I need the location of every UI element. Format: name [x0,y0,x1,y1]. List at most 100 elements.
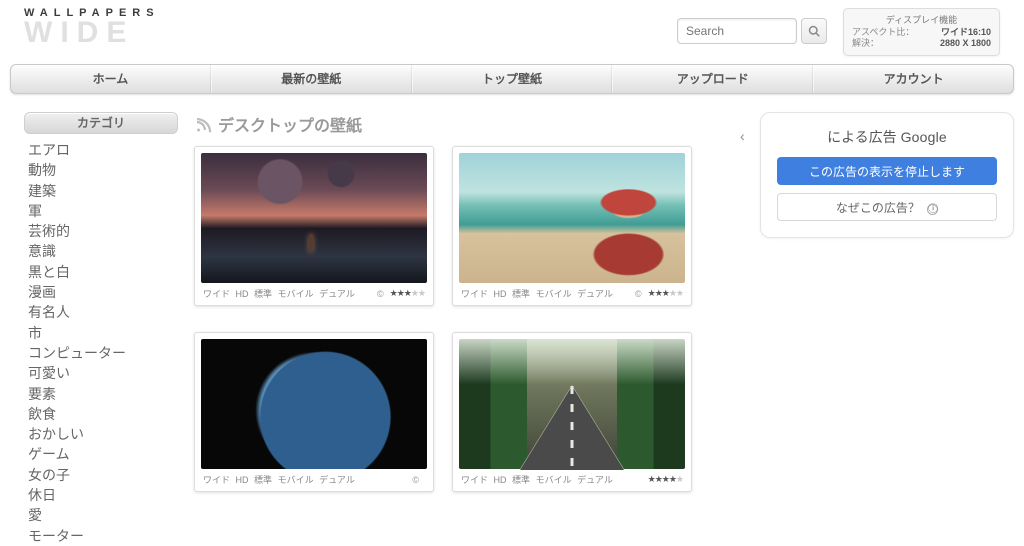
info-icon: ⓘ [927,204,938,215]
wallpaper-grid: ワイド HD 標準 モバイル デュアル © ★★★★★ ワイド HD [194,146,744,492]
copyright-icon: © [412,475,419,485]
header: WALLPAPERS WIDE ディスプレイ機能 アスペクト比： ワイド16:1… [0,0,1024,60]
resolution-value: 2880 X 1800 [940,38,991,49]
format-tags: ワイド HD 標準 モバイル デュアル [461,473,648,486]
format-tag[interactable]: 標準 [512,289,530,299]
nav-account[interactable]: アカウント [813,65,1013,93]
display-info-box: ディスプレイ機能 アスペクト比： ワイド16:10 解決： 2880 X 180… [843,8,1000,56]
sidebar-item[interactable]: 軍 [28,201,178,221]
sidebar-item[interactable]: おかしい [28,424,178,444]
ad-panel: ‹ による広告 Google この広告の表示を停止します なぜこの広告？ ⓘ [744,112,1014,238]
ad-stop-button[interactable]: この広告の表示を停止します [777,157,997,185]
resolution-label: 解決： [852,38,879,49]
sidebar-item[interactable]: コンピューター [28,343,178,363]
sidebar-item[interactable]: モーター [28,526,178,546]
wallpaper-thumb[interactable] [201,339,427,469]
sidebar-item[interactable]: 要素 [28,384,178,404]
page-title-text: デスクトップの壁紙 [218,112,362,136]
page-title: デスクトップの壁紙 [194,112,744,136]
format-tag[interactable]: モバイル [536,475,572,485]
card-footer: ワイド HD 標準 モバイル デュアル © ★★★★★ [459,283,685,305]
search-input[interactable] [677,18,797,44]
format-tag[interactable]: ワイド [461,289,488,299]
format-tag[interactable]: ワイド [461,475,488,485]
format-tag[interactable]: HD [494,289,507,299]
card-footer: ワイド HD 標準 モバイル デュアル © [201,469,427,491]
wallpaper-thumb[interactable] [201,153,427,283]
rss-icon [194,115,212,133]
sidebar-item[interactable]: 漫画 [28,282,178,302]
site-logo[interactable]: WALLPAPERS WIDE [24,4,160,46]
format-tag[interactable]: 標準 [254,289,272,299]
sidebar-item[interactable]: 休日 [28,485,178,505]
rating-stars: ★★★★★ [648,288,683,299]
sidebar-header: カテゴリ [24,112,178,134]
wallpaper-thumb[interactable] [459,339,685,469]
sidebar-item[interactable]: 芸術的 [28,221,178,241]
format-tag[interactable]: 標準 [512,475,530,485]
card-footer: ワイド HD 標準 モバイル デュアル © ★★★★★ [201,283,427,305]
nav-latest[interactable]: 最新の壁紙 [211,65,412,93]
format-tag[interactable]: デュアル [577,289,613,299]
ad-why-button[interactable]: なぜこの広告？ ⓘ [777,193,997,221]
sidebar-list: エアロ 動物 建築 軍 芸術的 意識 黒と白 漫画 有名人 市 コンピューター … [24,134,178,546]
sidebar-item[interactable]: 意識 [28,241,178,261]
format-tag[interactable]: モバイル [278,289,314,299]
aspect-value: ワイド16:10 [941,27,991,38]
card-footer: ワイド HD 標準 モバイル デュアル ★★★★★ [459,469,685,491]
format-tag[interactable]: モバイル [536,289,572,299]
sidebar-item[interactable]: 建築 [28,181,178,201]
format-tags: ワイド HD 標準 モバイル デュアル [203,287,377,300]
wallpaper-card[interactable]: ワイド HD 標準 モバイル デュアル ★★★★★ [452,332,692,492]
format-tag[interactable]: 標準 [254,475,272,485]
sidebar-item[interactable]: 市 [28,323,178,343]
ad-box: による広告 Google この広告の表示を停止します なぜこの広告？ ⓘ [760,112,1014,238]
format-tags: ワイド HD 標準 モバイル デュアル [461,287,635,300]
sidebar-item[interactable]: 有名人 [28,302,178,322]
wallpaper-card[interactable]: ワイド HD 標準 モバイル デュアル © ★★★★★ [452,146,692,306]
search-icon [808,25,820,37]
sidebar-item[interactable]: エアロ [28,140,178,160]
copyright-icon: © [377,289,384,299]
format-tag[interactable]: HD [494,475,507,485]
content: カテゴリ エアロ 動物 建築 軍 芸術的 意識 黒と白 漫画 有名人 市 コンピ… [0,94,1024,546]
logo-text-bottom: WIDE [24,19,160,46]
sidebar-item[interactable]: ゲーム [28,444,178,464]
main-nav: ホーム 最新の壁紙 トップ壁紙 アップロード アカウント [10,64,1014,94]
collapse-arrow-icon[interactable]: ‹ [740,128,745,144]
format-tag[interactable]: デュアル [319,289,355,299]
format-tag[interactable]: デュアル [577,475,613,485]
ad-brand: Google [901,129,947,145]
nav-top[interactable]: トップ壁紙 [412,65,613,93]
search [677,18,827,44]
sidebar: カテゴリ エアロ 動物 建築 軍 芸術的 意識 黒と白 漫画 有名人 市 コンピ… [24,112,178,546]
rating-stars: ★★★★★ [390,288,425,299]
wallpaper-thumb[interactable] [459,153,685,283]
sidebar-item[interactable]: 女の子 [28,465,178,485]
format-tag[interactable]: HD [236,475,249,485]
ad-prefix: による広告 [827,129,897,145]
wallpaper-card[interactable]: ワイド HD 標準 モバイル デュアル © [194,332,434,492]
rating-stars: ★★★★★ [648,474,683,485]
nav-home[interactable]: ホーム [11,65,211,93]
aspect-label: アスペクト比： [852,27,914,38]
sidebar-item[interactable]: 飲食 [28,404,178,424]
ad-title: による広告 Google [777,127,997,147]
format-tag[interactable]: ワイド [203,475,230,485]
sidebar-item[interactable]: 愛 [28,505,178,525]
sidebar-item[interactable]: 動物 [28,160,178,180]
ad-why-label: なぜこの広告？ [836,201,920,215]
format-tag[interactable]: HD [236,289,249,299]
format-tag[interactable]: モバイル [278,475,314,485]
wallpaper-card[interactable]: ワイド HD 標準 モバイル デュアル © ★★★★★ [194,146,434,306]
format-tag[interactable]: ワイド [203,289,230,299]
display-info-header: ディスプレイ機能 [852,13,991,26]
search-button[interactable] [801,18,827,44]
sidebar-item[interactable]: 黒と白 [28,262,178,282]
format-tags: ワイド HD 標準 モバイル デュアル [203,473,412,486]
format-tag[interactable]: デュアル [319,475,355,485]
main: デスクトップの壁紙 ワイド HD 標準 モバイル デュアル © ★★★★★ [178,112,744,492]
copyright-icon: © [635,289,642,299]
nav-upload[interactable]: アップロード [612,65,813,93]
sidebar-item[interactable]: 可愛い [28,363,178,383]
